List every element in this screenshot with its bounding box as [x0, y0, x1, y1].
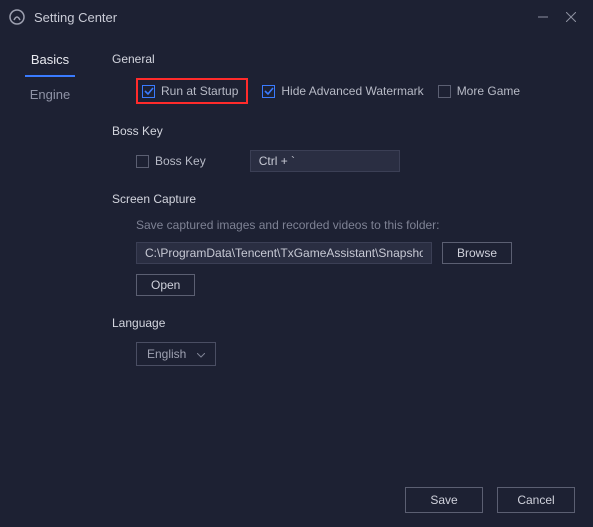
- screencapture-path-input[interactable]: [136, 242, 432, 264]
- screencapture-caption: Save captured images and recorded videos…: [136, 218, 575, 232]
- section-title-general: General: [112, 52, 575, 66]
- language-selected-value: English: [147, 347, 186, 361]
- sidebar-item-label: Basics: [31, 52, 69, 67]
- section-title-language: Language: [112, 316, 575, 330]
- cancel-button[interactable]: Cancel: [497, 487, 575, 513]
- language-select[interactable]: English: [136, 342, 216, 366]
- checkbox-box-icon: [136, 155, 149, 168]
- section-general: General Run at Startup Hide Advanced Wat…: [112, 52, 575, 104]
- sidebar-item-label: Engine: [30, 87, 70, 102]
- checkbox-box-icon: [142, 85, 155, 98]
- minimize-icon: [538, 12, 548, 22]
- titlebar: Setting Center: [0, 0, 593, 34]
- checkbox-more-game[interactable]: More Game: [438, 84, 520, 98]
- chevron-down-icon: [197, 347, 205, 361]
- sidebar-item-basics[interactable]: Basics: [25, 44, 75, 77]
- footer: Save Cancel: [405, 487, 575, 513]
- checkbox-hide-watermark[interactable]: Hide Advanced Watermark: [262, 84, 423, 98]
- checkbox-bosskey[interactable]: Boss Key: [136, 154, 206, 168]
- save-button[interactable]: Save: [405, 487, 483, 513]
- checkbox-label: Run at Startup: [161, 84, 238, 98]
- main-panel: General Run at Startup Hide Advanced Wat…: [100, 34, 593, 527]
- sidebar: Basics Engine: [0, 34, 100, 527]
- bosskey-shortcut-input[interactable]: [250, 150, 400, 172]
- highlight-run-at-startup: Run at Startup: [136, 78, 248, 104]
- checkbox-box-icon: [262, 85, 275, 98]
- section-title-bosskey: Boss Key: [112, 124, 575, 138]
- window-title: Setting Center: [34, 10, 117, 25]
- app-logo-icon: [8, 8, 26, 26]
- checkbox-label: More Game: [457, 84, 520, 98]
- checkbox-box-icon: [438, 85, 451, 98]
- section-bosskey: Boss Key Boss Key: [112, 124, 575, 172]
- section-title-screencapture: Screen Capture: [112, 192, 575, 206]
- browse-button[interactable]: Browse: [442, 242, 512, 264]
- open-button[interactable]: Open: [136, 274, 195, 296]
- close-icon: [566, 12, 576, 22]
- section-screencapture: Screen Capture Save captured images and …: [112, 192, 575, 296]
- minimize-button[interactable]: [529, 3, 557, 31]
- checkbox-label: Boss Key: [155, 154, 206, 168]
- checkbox-run-at-startup[interactable]: Run at Startup: [142, 84, 238, 98]
- close-button[interactable]: [557, 3, 585, 31]
- checkbox-label: Hide Advanced Watermark: [281, 84, 423, 98]
- section-language: Language English: [112, 316, 575, 366]
- sidebar-item-engine[interactable]: Engine: [0, 77, 100, 112]
